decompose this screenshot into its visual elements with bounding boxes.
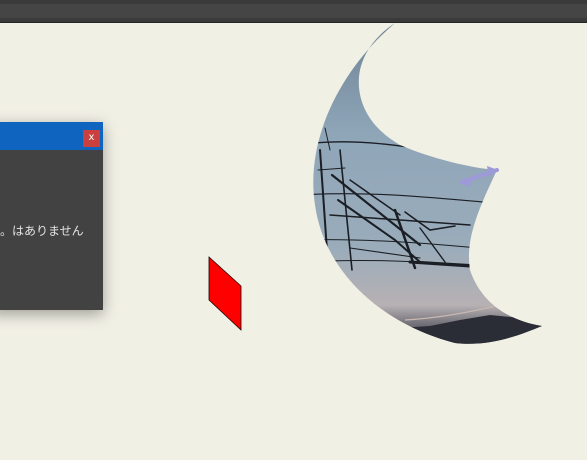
canvas-artwork [208, 23, 542, 344]
crescent-photo-shape [313, 23, 542, 344]
red-parallelogram-shape [208, 256, 242, 331]
